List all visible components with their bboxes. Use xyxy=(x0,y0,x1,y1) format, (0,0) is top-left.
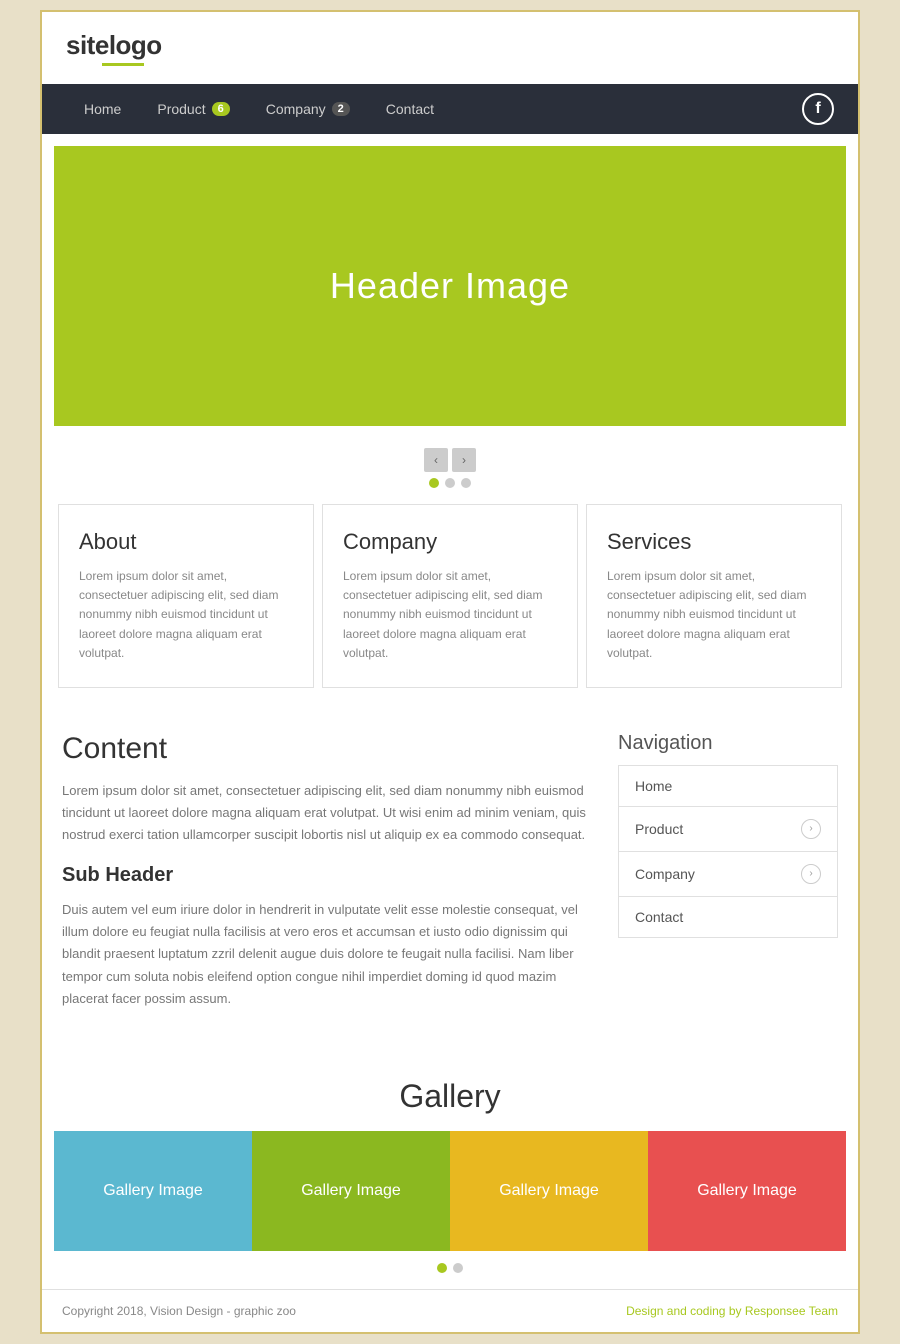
footer: Copyright 2018, Vision Design - graphic … xyxy=(42,1289,858,1332)
nav-label-company: Company xyxy=(266,101,326,117)
gallery-item-1-label: Gallery Image xyxy=(103,1182,203,1200)
gallery-item-3-label: Gallery Image xyxy=(499,1182,599,1200)
nav-item-contact[interactable]: Contact xyxy=(368,84,452,134)
gallery-item-1[interactable]: Gallery Image xyxy=(54,1131,252,1251)
gallery-item-4[interactable]: Gallery Image xyxy=(648,1131,846,1251)
product-badge: 6 xyxy=(212,102,230,116)
nav-item-product[interactable]: Product 6 xyxy=(139,84,247,134)
page-wrapper: sitelogo Home Product 6 Company 2 Contac… xyxy=(40,10,860,1334)
nav-label-home: Home xyxy=(84,101,121,117)
gallery-section: Gallery Gallery Image Gallery Image Gall… xyxy=(42,1058,858,1289)
card-about-title: About xyxy=(79,529,293,555)
sidebar-item-contact-label: Contact xyxy=(635,909,683,925)
nav-item-company[interactable]: Company 2 xyxy=(248,84,368,134)
sidebar-product-arrow: › xyxy=(801,819,821,839)
company-badge: 2 xyxy=(332,102,350,116)
slider-arrows: ‹ › xyxy=(424,448,476,472)
site-header: sitelogo xyxy=(42,12,858,84)
content-section: Content Lorem ipsum dolor sit amet, cons… xyxy=(42,712,858,1058)
hero-section: Header Image xyxy=(54,146,846,426)
sidebar-company-arrow: › xyxy=(801,864,821,884)
logo-name: logo xyxy=(109,30,162,60)
gallery-grid: Gallery Image Gallery Image Gallery Imag… xyxy=(54,1131,846,1251)
gallery-dots xyxy=(54,1263,846,1273)
dot-1[interactable] xyxy=(429,478,439,488)
sidebar-item-home[interactable]: Home xyxy=(619,766,837,807)
gallery-item-2[interactable]: Gallery Image xyxy=(252,1131,450,1251)
card-services-text: Lorem ipsum dolor sit amet, consectetuer… xyxy=(607,567,821,663)
slider-dots xyxy=(429,478,471,488)
gallery-dot-1[interactable] xyxy=(437,1263,447,1273)
card-about: About Lorem ipsum dolor sit amet, consec… xyxy=(58,504,314,688)
sub-header: Sub Header xyxy=(62,864,594,887)
slider-next[interactable]: › xyxy=(452,448,476,472)
card-company: Company Lorem ipsum dolor sit amet, cons… xyxy=(322,504,578,688)
nav-label-contact: Contact xyxy=(386,101,434,117)
content-main-text: Lorem ipsum dolor sit amet, consectetuer… xyxy=(62,780,594,846)
sidebar-item-contact[interactable]: Contact xyxy=(619,897,837,937)
sidebar-item-company-label: Company xyxy=(635,866,695,882)
cards-section: About Lorem ipsum dolor sit amet, consec… xyxy=(42,504,858,712)
gallery-item-4-label: Gallery Image xyxy=(697,1182,797,1200)
content-sidebar: Navigation Home Product › Company › Cont… xyxy=(618,732,838,1028)
hero-title: Header Image xyxy=(330,265,570,307)
dot-2[interactable] xyxy=(445,478,455,488)
sidebar-item-product[interactable]: Product › xyxy=(619,807,837,852)
nav-label-product: Product xyxy=(157,101,205,117)
footer-credit: Design and coding by Responsee Team xyxy=(626,1304,838,1318)
slider-prev[interactable]: ‹ xyxy=(424,448,448,472)
sidebar-item-home-label: Home xyxy=(635,778,672,794)
logo[interactable]: sitelogo xyxy=(66,30,162,66)
gallery-dot-2[interactable] xyxy=(453,1263,463,1273)
nav-items: Home Product 6 Company 2 Contact xyxy=(66,84,802,134)
content-sub-text: Duis autem vel eum iriure dolor in hendr… xyxy=(62,899,594,1009)
content-main: Content Lorem ipsum dolor sit amet, cons… xyxy=(62,732,594,1028)
nav-item-home[interactable]: Home xyxy=(66,84,139,134)
gallery-title: Gallery xyxy=(54,1078,846,1115)
sidebar-nav-title: Navigation xyxy=(618,732,838,755)
gallery-item-3[interactable]: Gallery Image xyxy=(450,1131,648,1251)
logo-site: site xyxy=(66,30,109,60)
dot-3[interactable] xyxy=(461,478,471,488)
content-title: Content xyxy=(62,732,594,766)
card-services: Services Lorem ipsum dolor sit amet, con… xyxy=(586,504,842,688)
main-nav: Home Product 6 Company 2 Contact f xyxy=(42,84,858,134)
slider-controls: ‹ › xyxy=(42,438,858,504)
card-services-title: Services xyxy=(607,529,821,555)
card-company-text: Lorem ipsum dolor sit amet, consectetuer… xyxy=(343,567,557,663)
facebook-icon: f xyxy=(815,100,820,118)
sidebar-item-company[interactable]: Company › xyxy=(619,852,837,897)
card-company-title: Company xyxy=(343,529,557,555)
footer-copyright: Copyright 2018, Vision Design - graphic … xyxy=(62,1304,296,1318)
logo-underline xyxy=(102,63,144,66)
gallery-item-2-label: Gallery Image xyxy=(301,1182,401,1200)
sidebar-nav: Home Product › Company › Contact xyxy=(618,765,838,938)
card-about-text: Lorem ipsum dolor sit amet, consectetuer… xyxy=(79,567,293,663)
facebook-button[interactable]: f xyxy=(802,93,834,125)
sidebar-item-product-label: Product xyxy=(635,821,683,837)
